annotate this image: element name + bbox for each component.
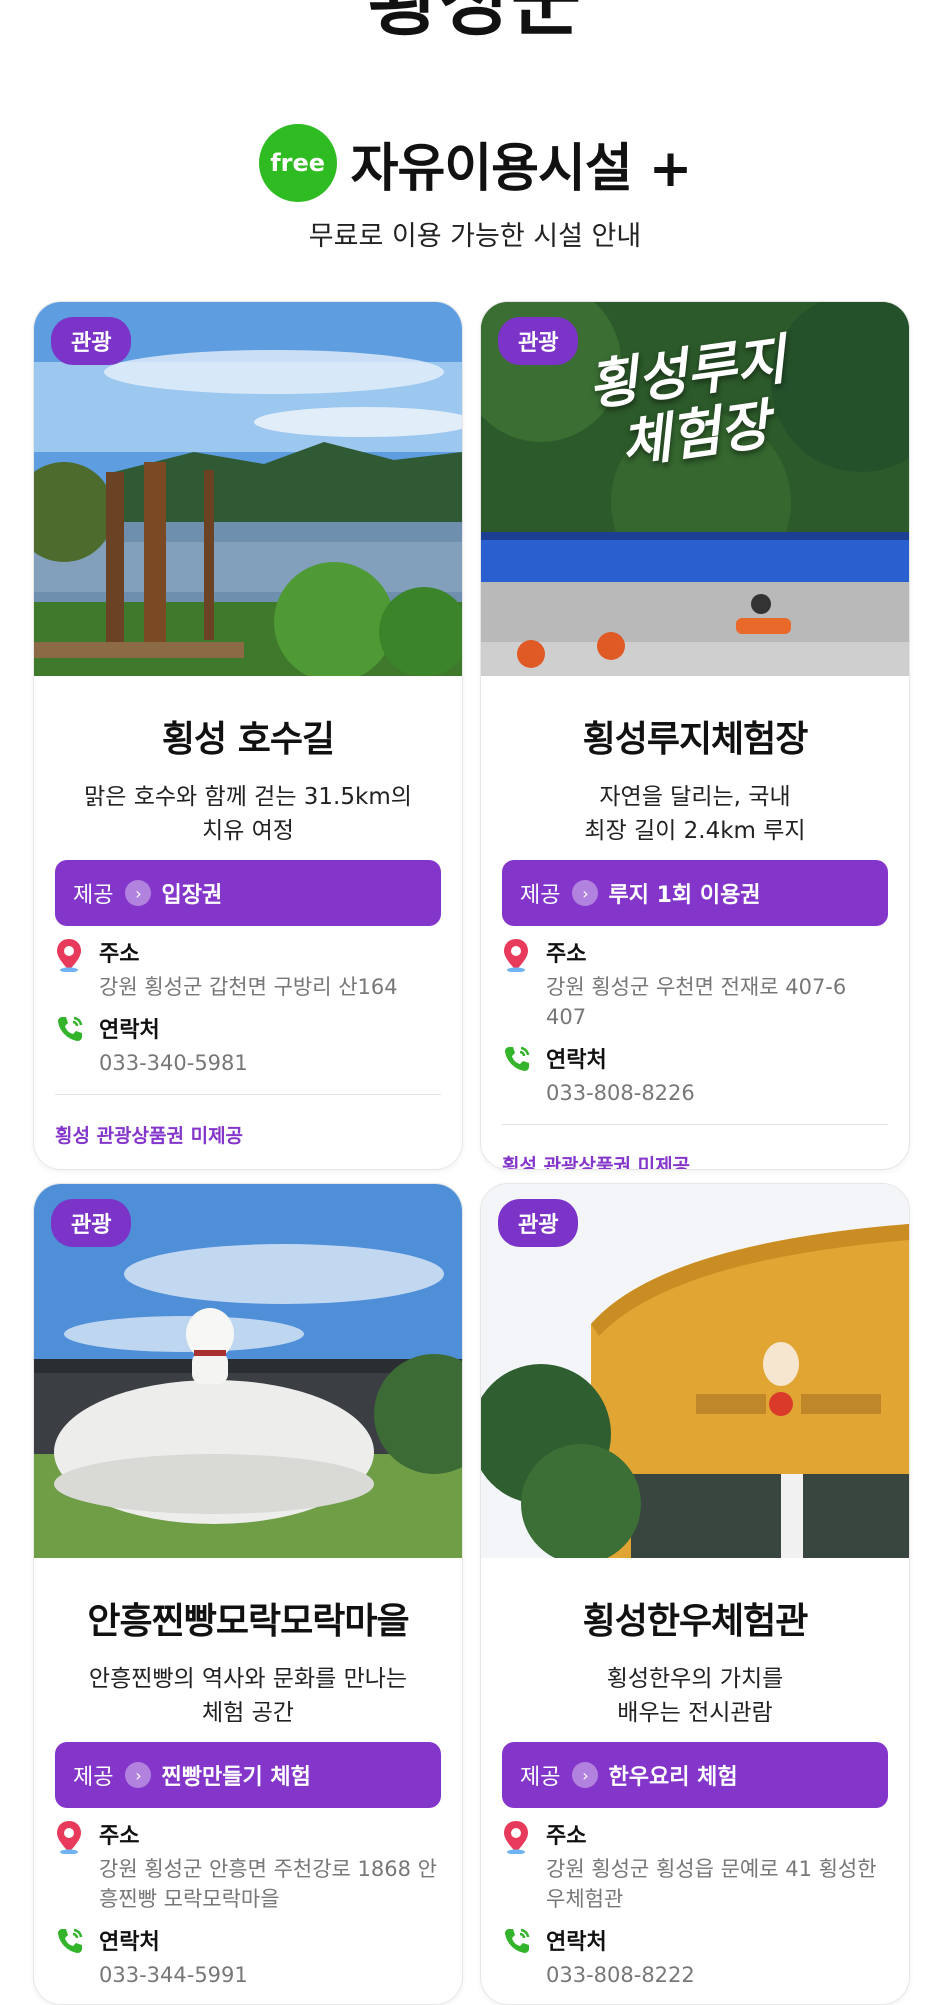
address-label: 주소 <box>546 1824 587 1849</box>
location-pin-icon <box>502 1818 536 1914</box>
address-value: 강원 횡성군 우천면 전재로 407-6 407 <box>546 975 847 1029</box>
phone-value[interactable]: 033-808-8222 <box>546 1960 888 1990</box>
offer-button[interactable]: 제공 › 입장권 <box>55 860 441 926</box>
facility-card-jjinppang-village[interactable]: 관광 안흥찐빵모락모락마을 안흥찐빵의 역사와 문화를 만나는 체험 공간 제공… <box>33 1183 463 2005</box>
address-label: 주소 <box>99 942 140 967</box>
facility-name: 횡성루지체험장 <box>582 719 809 760</box>
section-title: 자유이용시설 + <box>350 138 693 199</box>
facility-name: 횡성한우체험관 <box>582 1601 809 1642</box>
section-header: free 자유이용시설 + <box>0 124 950 202</box>
phone-icon <box>502 1042 536 1108</box>
phone-row: 연락처 033-344-5991 <box>55 1924 441 1990</box>
facility-card-luge[interactable]: 관광 횡성루지 체험장 횡성루지체험장 자연을 달리는, 국내 최장 길이 2.… <box>480 301 910 1170</box>
section-subtitle: 무료로 이용 가능한 시설 안내 <box>308 221 642 252</box>
offer-label: 제공 <box>73 883 114 908</box>
address-label: 주소 <box>546 942 587 967</box>
facility-card-hanwoo-center[interactable]: 관광 횡성한우체험관 횡성한우의 가치를 배우는 전시관람 제공 › 한우요리 … <box>480 1183 910 2005</box>
phone-label: 연락처 <box>546 1930 607 1955</box>
facility-description: 횡성한우의 가치를 배우는 전시관람 <box>606 1666 784 1726</box>
facility-photo: 관광 횡성루지 체험장 <box>481 302 909 676</box>
address-row: 주소 강원 횡성군 횡성읍 문예로 41 횡성한우체험관 <box>502 1818 888 1914</box>
facility-description: 맑은 호수와 함께 걷는 31.5km의 치유 여정 <box>84 784 412 844</box>
facility-photo: 관광 <box>481 1184 909 1558</box>
address-row: 주소 강원 횡성군 안흥면 주천강로 1868 안흥찐빵 모락모락마을 <box>55 1818 441 1914</box>
phone-label: 연락처 <box>546 1048 607 1073</box>
offer-item: 찐빵만들기 체험 <box>161 1765 311 1790</box>
phone-icon <box>502 1924 536 1990</box>
address-row: 주소 강원 횡성군 갑천면 구방리 산164 <box>55 936 441 1002</box>
offer-label: 제공 <box>520 883 561 908</box>
chevron-right-icon: › <box>125 880 152 906</box>
phone-label: 연락처 <box>99 1930 160 1955</box>
category-tag: 관광 <box>51 317 132 365</box>
location-pin-icon <box>55 936 89 1002</box>
offer-item: 입장권 <box>161 883 223 908</box>
chevron-right-icon: › <box>125 1762 152 1788</box>
offer-item: 한우요리 체험 <box>608 1765 738 1790</box>
address-row: 주소 강원 횡성군 우천면 전재로 407-6 407 <box>502 936 888 1032</box>
address-value: 강원 횡성군 안흥면 주천강로 1868 안흥찐빵 모락모락마을 <box>99 1857 437 1911</box>
divider <box>502 1124 888 1125</box>
region-title: 횡성군 <box>367 0 583 46</box>
phone-label: 연락처 <box>99 1018 160 1043</box>
facility-name: 횡성 호수길 <box>161 719 335 760</box>
phone-row: 연락처 033-808-8226 <box>502 1042 888 1108</box>
address-value: 강원 횡성군 갑천면 구방리 산164 <box>99 975 398 999</box>
location-pin-icon <box>55 1818 89 1914</box>
facility-name: 안흥찐빵모락모락마을 <box>87 1601 409 1642</box>
phone-value[interactable]: 033-344-5991 <box>99 1960 441 1990</box>
phone-row: 연락처 033-340-5981 <box>55 1012 441 1078</box>
offer-button[interactable]: 제공 › 찐빵만들기 체험 <box>55 1742 441 1808</box>
free-badge: free <box>258 124 337 202</box>
offer-item: 루지 1회 이용권 <box>608 883 761 908</box>
phone-value[interactable]: 033-808-8226 <box>546 1078 888 1108</box>
divider <box>55 1094 441 1095</box>
chevron-right-icon: › <box>572 1762 599 1788</box>
offer-label: 제공 <box>520 1765 561 1790</box>
phone-icon <box>55 1924 89 1990</box>
address-value: 강원 횡성군 횡성읍 문예로 41 횡성한우체험관 <box>546 1857 877 1911</box>
facility-description: 자연을 달리는, 국내 최장 길이 2.4km 루지 <box>584 784 806 844</box>
phone-icon <box>55 1012 89 1078</box>
offer-label: 제공 <box>73 1765 114 1790</box>
offer-button[interactable]: 제공 › 루지 1회 이용권 <box>502 860 888 926</box>
facility-description: 안흥찐빵의 역사와 문화를 만나는 체험 공간 <box>88 1666 408 1726</box>
phone-value[interactable]: 033-340-5981 <box>99 1048 441 1078</box>
offer-button[interactable]: 제공 › 한우요리 체험 <box>502 1742 888 1808</box>
phone-row: 연락처 033-808-8222 <box>502 1924 888 1990</box>
facility-photo: 관광 <box>34 1184 462 1558</box>
facility-card-lake-trail[interactable]: 관광 횡성 호수길 맑은 호수와 함께 걷는 31.5km의 치유 여정 제공 … <box>33 301 463 1170</box>
category-tag: 관광 <box>51 1199 132 1247</box>
location-pin-icon <box>502 936 536 1032</box>
voucher-note: 횡성 관광상품권 미제공 <box>55 1125 244 1147</box>
chevron-right-icon: › <box>572 880 599 906</box>
category-tag: 관광 <box>498 1199 579 1247</box>
facility-photo: 관광 <box>34 302 462 676</box>
address-label: 주소 <box>99 1824 140 1849</box>
voucher-note: 횡성 관광상품권 미제공 <box>502 1155 691 1170</box>
